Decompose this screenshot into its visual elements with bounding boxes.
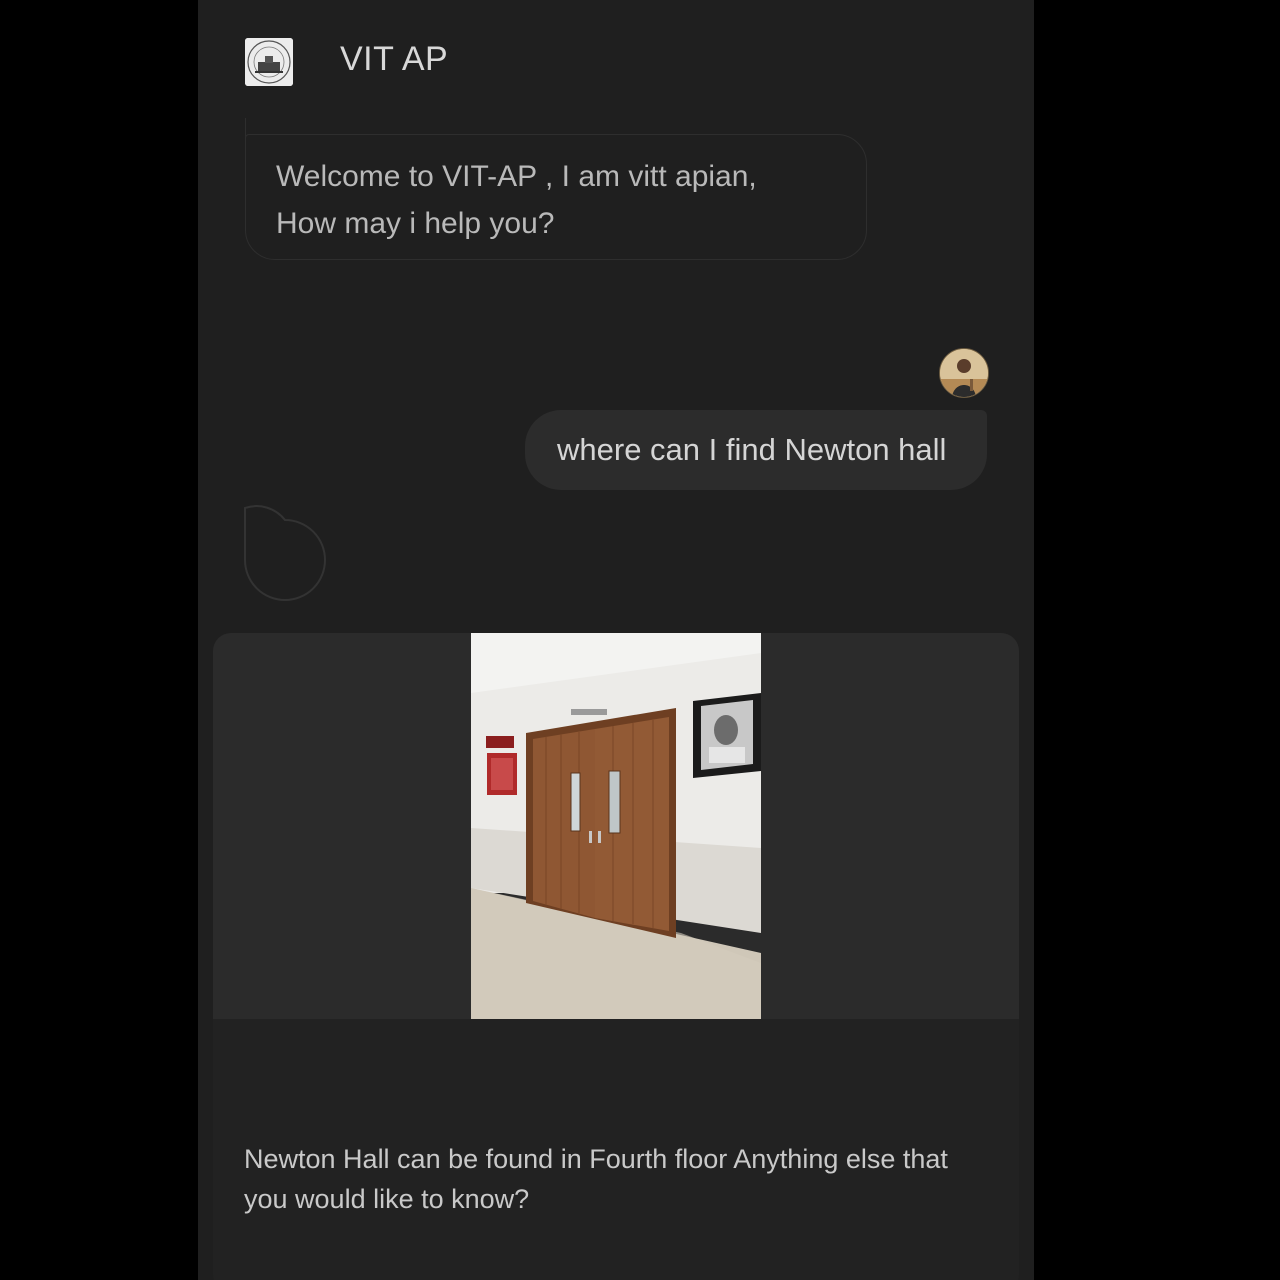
user-avatar[interactable] (939, 348, 989, 398)
bot-response-indicator-icon (242, 505, 332, 605)
user-message: where can I find Newton hall (525, 410, 987, 490)
bot-message-line: Welcome to VIT-AP , I am vitt apian, (276, 160, 757, 193)
bot-message-answer: Newton Hall can be found in Fourth floor… (244, 1144, 948, 1214)
bot-message-welcome: Welcome to VIT-AP , I am vitt apian, How… (245, 134, 867, 260)
bot-response-card: Newton Hall can be found in Fourth floor… (213, 633, 1019, 1280)
chat-window: VIT AP Welcome to VIT-AP , I am vitt api… (198, 0, 1034, 1280)
vit-logo-icon (245, 38, 293, 86)
chat-header: VIT AP (198, 0, 1034, 120)
bot-message-line: How may i help you? (276, 207, 555, 240)
chat-title: VIT AP (340, 40, 449, 78)
card-media (213, 633, 1019, 1019)
newton-hall-door-photo[interactable] (471, 633, 761, 1019)
